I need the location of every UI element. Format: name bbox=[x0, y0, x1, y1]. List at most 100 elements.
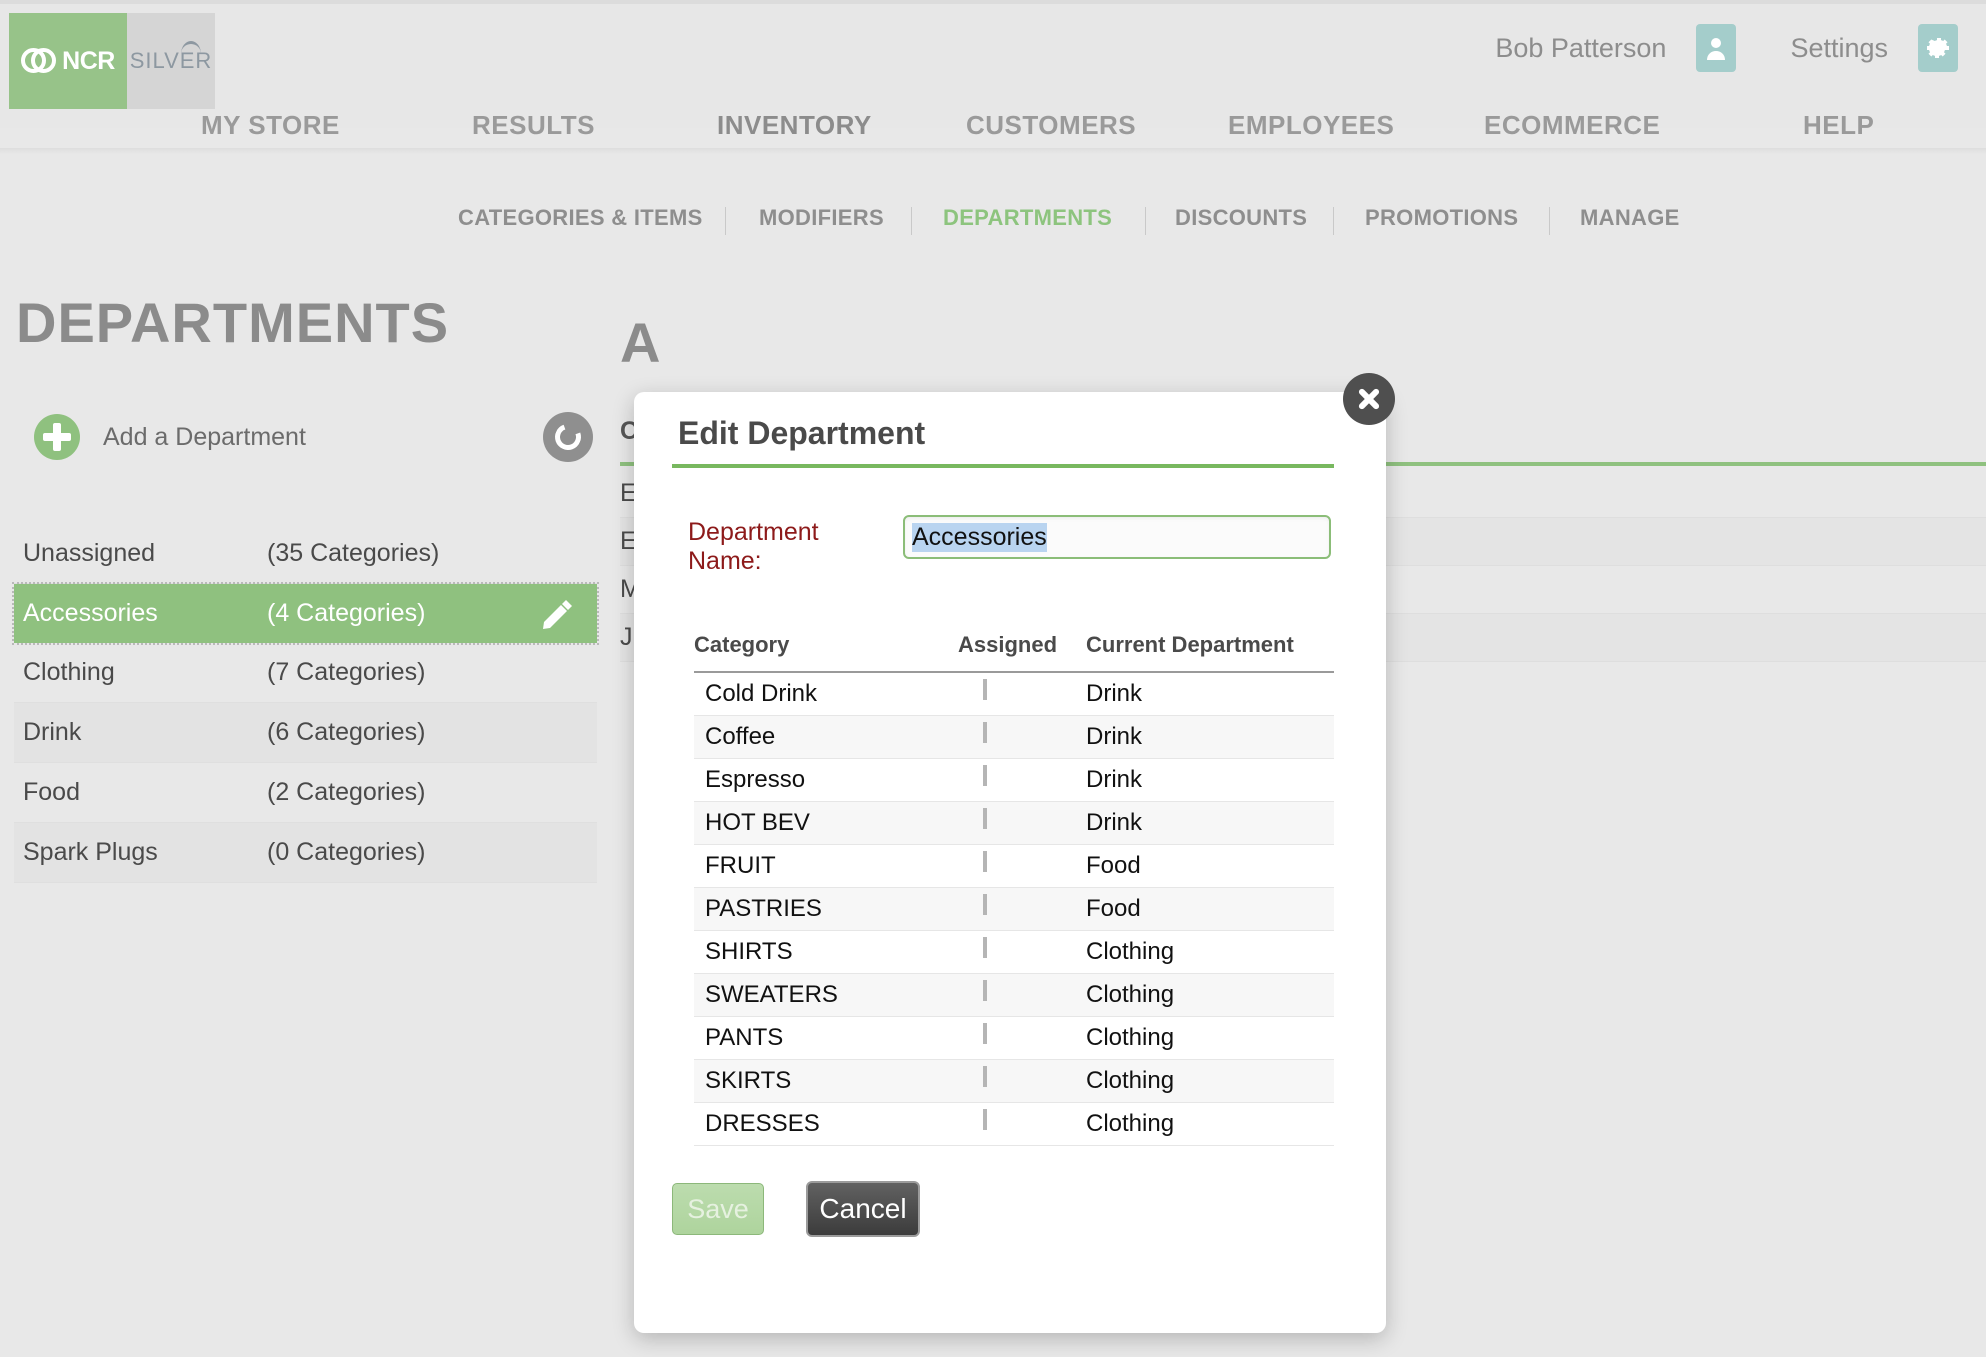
category-name: DRESSES bbox=[705, 1110, 820, 1137]
table-row: SHIRTS Clothing bbox=[694, 931, 1334, 974]
assigned-checkbox[interactable] bbox=[983, 1066, 987, 1087]
nav-item-results[interactable]: RESULTS bbox=[472, 110, 595, 141]
department-row[interactable]: Food (2 Categories) bbox=[14, 763, 597, 823]
assigned-checkbox[interactable] bbox=[983, 1023, 987, 1044]
subnav-divider bbox=[1333, 207, 1334, 235]
department-category-count: (0 Categories) bbox=[267, 838, 426, 866]
subnav-item-departments[interactable]: DEPARTMENTS bbox=[943, 205, 1112, 231]
dialog-title-rule bbox=[672, 464, 1334, 468]
current-department: Clothing bbox=[1086, 938, 1175, 965]
department-row[interactable]: Accessories (4 Categories) bbox=[12, 582, 599, 645]
nav-item-inventory[interactable]: INVENTORY bbox=[717, 110, 872, 141]
table-row: Coffee Drink bbox=[694, 716, 1334, 759]
subnav-divider bbox=[911, 207, 912, 235]
table-row: Espresso Drink bbox=[694, 759, 1334, 802]
nav-item-help[interactable]: HELP bbox=[1803, 110, 1874, 141]
current-department: Drink bbox=[1086, 766, 1143, 793]
department-name: Spark Plugs bbox=[23, 838, 158, 866]
current-department: Clothing bbox=[1086, 1024, 1175, 1051]
assigned-checkbox[interactable] bbox=[983, 894, 987, 915]
plus-circle-icon bbox=[34, 414, 80, 460]
subnav-item-discounts[interactable]: DISCOUNTS bbox=[1175, 205, 1307, 231]
current-department: Drink bbox=[1086, 809, 1143, 836]
department-name-label: Department Name: bbox=[688, 518, 819, 575]
background-panel-title: A bbox=[620, 311, 661, 374]
department-name: Clothing bbox=[23, 658, 115, 686]
table-row: SWEATERS Clothing bbox=[694, 974, 1334, 1017]
subnav-item-manage[interactable]: MANAGE bbox=[1580, 205, 1680, 231]
settings-label[interactable]: Settings bbox=[1790, 33, 1888, 64]
save-button[interactable]: Save bbox=[672, 1183, 764, 1235]
table-row: SKIRTS Clothing bbox=[694, 1060, 1334, 1103]
current-department: Drink bbox=[1086, 723, 1143, 750]
account-area: Bob Patterson Settings bbox=[1495, 4, 1986, 92]
assigned-checkbox[interactable] bbox=[983, 722, 987, 743]
department-name-input[interactable]: Accessories bbox=[903, 515, 1331, 559]
sub-navigation: CATEGORIES & ITEMS MODIFIERS DEPARTMENTS DI… bbox=[0, 205, 1986, 245]
main-navigation: MY STORE RESULTS INVENTORY CUSTOMERS EMPLOYE… bbox=[0, 100, 1986, 153]
add-department-label: Add a Department bbox=[103, 422, 306, 451]
add-department-button[interactable]: Add a Department bbox=[34, 414, 306, 460]
assigned-checkbox[interactable] bbox=[983, 851, 987, 872]
current-department: Food bbox=[1086, 895, 1141, 922]
table-row: HOT BEV Drink bbox=[694, 802, 1334, 845]
category-name: Cold Drink bbox=[705, 680, 818, 707]
subnav-item-promotions[interactable]: PROMOTIONS bbox=[1365, 205, 1518, 231]
current-department: Food bbox=[1086, 852, 1141, 879]
category-assignment-table: Category Assigned Current Department Cold … bbox=[694, 632, 1334, 1146]
assigned-checkbox[interactable] bbox=[983, 980, 987, 1001]
nav-item-customers[interactable]: CUSTOMERS bbox=[966, 110, 1136, 141]
subnav-divider bbox=[1549, 207, 1550, 235]
refresh-icon[interactable] bbox=[543, 412, 593, 462]
subnav-divider bbox=[725, 207, 726, 235]
table-row: DRESSES Clothing bbox=[694, 1103, 1334, 1146]
assigned-checkbox[interactable] bbox=[983, 808, 987, 829]
assigned-checkbox[interactable] bbox=[983, 937, 987, 958]
gear-icon[interactable] bbox=[1918, 24, 1958, 72]
current-department: Drink bbox=[1086, 680, 1143, 707]
department-category-count: (7 Categories) bbox=[267, 658, 426, 686]
brand-logo[interactable]: NCR SILVER bbox=[9, 13, 215, 109]
category-name: Coffee bbox=[705, 723, 776, 750]
edit-pencil-icon[interactable] bbox=[541, 597, 575, 631]
category-name: FRUIT bbox=[705, 852, 776, 879]
category-name: SWEATERS bbox=[705, 981, 838, 1008]
department-name: Drink bbox=[23, 718, 82, 746]
subnav-item-modifiers[interactable]: MODIFIERS bbox=[759, 205, 884, 231]
subnav-divider bbox=[1145, 207, 1146, 235]
nav-item-ecommerce[interactable]: ECOMMERCE bbox=[1484, 110, 1660, 141]
department-row[interactable]: Spark Plugs (0 Categories) bbox=[14, 823, 597, 883]
column-header-current-department: Current Department bbox=[1086, 632, 1294, 657]
department-name: Unassigned bbox=[23, 539, 156, 567]
table-row: Cold Drink Drink bbox=[694, 673, 1334, 716]
department-category-count: (4 Categories) bbox=[267, 599, 426, 627]
category-name: Espresso bbox=[705, 766, 806, 793]
cancel-button[interactable]: Cancel bbox=[806, 1181, 920, 1237]
assigned-checkbox[interactable] bbox=[983, 1109, 987, 1130]
close-icon[interactable] bbox=[1343, 373, 1395, 425]
table-row: PASTRIES Food bbox=[694, 888, 1334, 931]
category-name: SHIRTS bbox=[705, 938, 793, 965]
ncr-rings-icon bbox=[21, 48, 57, 74]
department-category-count: (2 Categories) bbox=[267, 778, 426, 806]
table-row: FRUIT Food bbox=[694, 845, 1334, 888]
department-row[interactable]: Unassigned (35 Categories) bbox=[14, 524, 597, 584]
ncr-logo-text: NCR bbox=[62, 46, 115, 75]
department-category-count: (6 Categories) bbox=[267, 718, 426, 746]
category-name: SKIRTS bbox=[705, 1067, 792, 1094]
silver-logo: SILVER bbox=[127, 13, 215, 109]
department-row[interactable]: Drink (6 Categories) bbox=[14, 703, 597, 763]
assigned-checkbox[interactable] bbox=[983, 765, 987, 786]
nav-item-my-store[interactable]: MY STORE bbox=[201, 110, 340, 141]
nav-item-employees[interactable]: EMPLOYEES bbox=[1228, 110, 1394, 141]
ncr-logo: NCR bbox=[9, 13, 127, 109]
department-list: Unassigned (35 Categories) Accessories (4 C… bbox=[12, 524, 599, 883]
page-title: DEPARTMENTS bbox=[16, 291, 450, 354]
category-name: PASTRIES bbox=[705, 895, 822, 922]
assigned-checkbox[interactable] bbox=[983, 679, 987, 700]
subnav-item-categories-items[interactable]: CATEGORIES & ITEMS bbox=[458, 205, 703, 231]
user-avatar-icon[interactable] bbox=[1696, 24, 1737, 72]
silver-arc-icon bbox=[181, 41, 201, 54]
department-row[interactable]: Clothing (7 Categories) bbox=[14, 643, 597, 703]
current-department: Clothing bbox=[1086, 1110, 1175, 1137]
